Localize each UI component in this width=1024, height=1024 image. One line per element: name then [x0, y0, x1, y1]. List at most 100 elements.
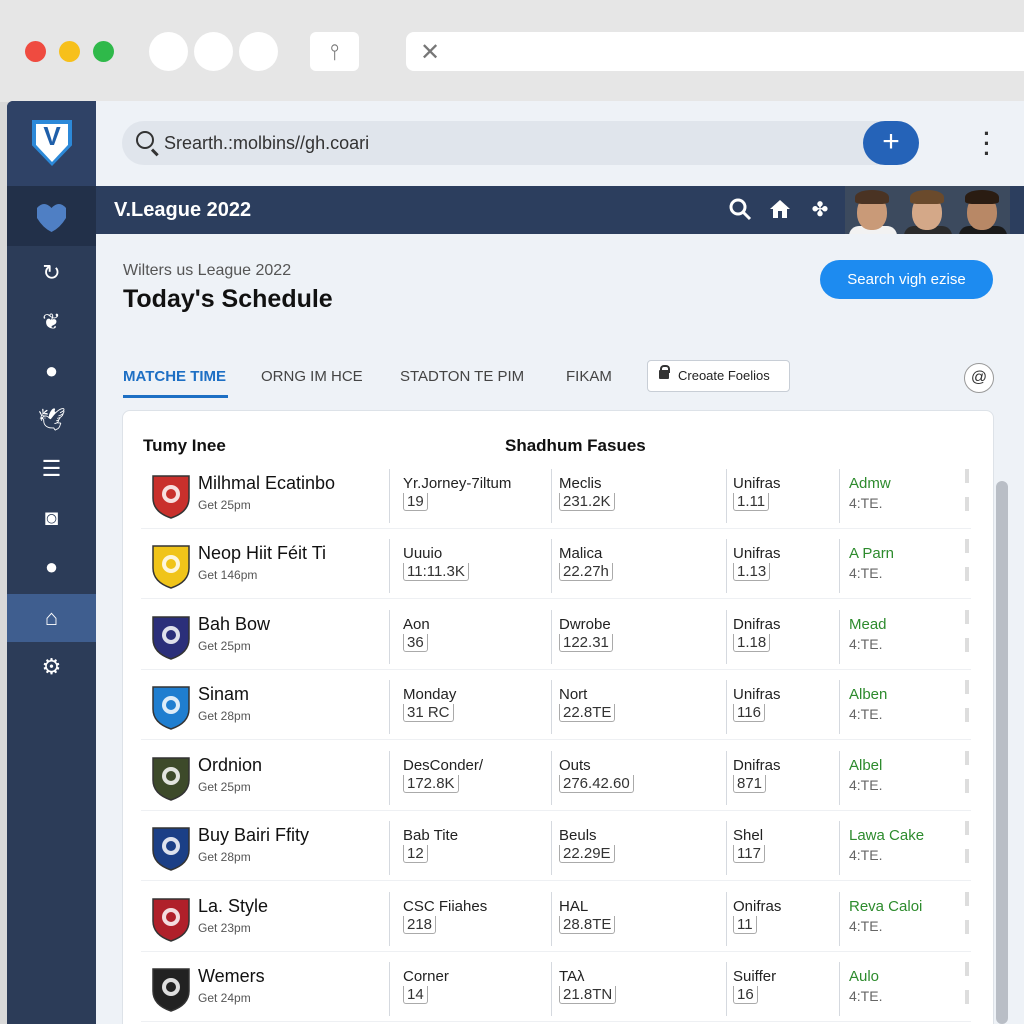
tab-fikam[interactable]: FIKAM [566, 368, 612, 385]
user-icon: ● [44, 554, 59, 579]
team-name[interactable]: Bah Bow [198, 614, 270, 635]
tab-stadium[interactable]: STADTON TE PIM [400, 368, 524, 385]
column-divider [839, 610, 840, 664]
sidebar-item-refresh[interactable]: ↻ [7, 249, 96, 297]
table-row[interactable]: Milhmal Ecatinbo Get 25pm Yr.Jorney-7iltum… [141, 463, 971, 529]
table-row[interactable]: Neop Hiit Féit Ti Get 146pm Uuuio 11:11.3K… [141, 533, 971, 599]
search-bar[interactable]: Srearth.:molbins//gh.coari [122, 121, 919, 165]
column-header-team: Tumy Inee [143, 436, 226, 455]
create-button[interactable]: Creoate Foelios [647, 360, 790, 392]
team-name[interactable]: Milhmal Ecatinbo [198, 473, 335, 494]
window-minimize-dot[interactable] [59, 41, 80, 62]
opponent-value: 276.42.60 [559, 775, 634, 793]
table-row[interactable]: Wemers Get 24pm Corner 14 TAλ 21.8TN Suiffer 16… [141, 956, 971, 1022]
table-row[interactable]: Buy Bairi Ffity Get 28pm Bab Tite 12 Beuls 22… [141, 815, 971, 881]
row-handle [965, 779, 969, 793]
scrollbar[interactable] [996, 481, 1008, 1024]
logo-cell[interactable]: V [7, 101, 96, 186]
venue-link[interactable]: Alben [849, 686, 887, 703]
tab-orng[interactable]: ORNG IM HCE [261, 368, 363, 385]
venue-link[interactable]: Reva Caloi [849, 898, 922, 915]
match-time: Get 28pm [198, 850, 251, 864]
settings-icon: ⚙ [41, 654, 62, 679]
sidebar-item-list[interactable]: ☰ [7, 445, 96, 493]
column-divider [726, 821, 727, 875]
team-name[interactable]: Wemers [198, 966, 265, 987]
table-row[interactable]: Bah Bow Get 25pm Aon 36 Dwrobe 122.31 Dnifras 1… [141, 604, 971, 670]
new-tab-button[interactable]: ⫯ [310, 32, 359, 71]
sidebar-item-twitter[interactable]: 🕊 [7, 396, 96, 444]
status-label: Unifras [733, 475, 781, 492]
column-divider [389, 962, 390, 1016]
add-button[interactable]: + [863, 121, 919, 165]
venue-link[interactable]: Aulo [849, 968, 879, 985]
venue-link[interactable]: Admw [849, 475, 891, 492]
avatar[interactable] [845, 186, 900, 234]
kebab-menu-icon[interactable]: · · · [977, 123, 997, 165]
search-button[interactable]: Search vigh ezise [820, 260, 993, 299]
opponent-name: Malica [559, 545, 603, 562]
column-divider [839, 469, 840, 523]
column-divider [551, 962, 552, 1016]
team-name[interactable]: Ordnion [198, 755, 262, 776]
venue-link[interactable]: A Parn [849, 545, 894, 562]
avatar[interactable] [955, 186, 1010, 234]
header-band: V.League 2022 ✤ [96, 186, 1024, 234]
table-row[interactable]: Ordnion Get 25pm DesConder/172.8K Outs 276.4… [141, 745, 971, 811]
search-icon[interactable] [727, 197, 753, 223]
sidebar-item-instagram[interactable]: ◙ [7, 494, 96, 542]
twitter-icon: 🕊 [37, 407, 66, 432]
team-name[interactable]: Buy Bairi Ffity [198, 825, 309, 846]
address-bar[interactable]: ✕ [406, 32, 1024, 71]
search-input[interactable]: Srearth.:molbins//gh.coari [164, 133, 369, 154]
match-time: Get 146pm [198, 568, 258, 582]
leaf-icon[interactable]: ✤ [807, 197, 833, 223]
sidebar-item-awards[interactable]: ❦ [7, 298, 96, 346]
tab-match-time[interactable]: MATCHE TIME [123, 368, 226, 385]
column-divider [726, 962, 727, 1016]
venue-code: 4:TE. [849, 918, 883, 934]
table-row[interactable]: Sinam Get 28pm Monday 31 RC Nort 22.8TE Unifra… [141, 674, 971, 740]
browser-pill-2[interactable] [194, 32, 233, 71]
instagram-icon: ◙ [44, 505, 59, 530]
window-close-dot[interactable] [25, 41, 46, 62]
table-row[interactable]: La. Style Get 23pm CSC Fiiahes 218 HAL 28.8TE… [141, 886, 971, 952]
browser-pill-1[interactable] [149, 32, 188, 71]
team-crest-icon [149, 613, 193, 661]
sidebar-item-profile[interactable]: ● [7, 347, 96, 395]
venue-link[interactable]: Mead [849, 616, 887, 633]
sidebar-item-home[interactable]: ⌂ [7, 594, 96, 642]
team-name[interactable]: Neop Hiit Féit Ti [198, 543, 326, 564]
team-name[interactable]: Sinam [198, 684, 249, 705]
sidebar-item-account[interactable]: ● [7, 543, 96, 591]
opponent-value: 22.29E [559, 845, 615, 863]
sidebar-item-settings[interactable]: ⚙ [7, 643, 96, 691]
team-crest-icon [149, 895, 193, 943]
opponent-value: 22.27h [559, 563, 613, 581]
status-value: 1.18 [733, 634, 771, 652]
team-crest-icon [149, 754, 193, 802]
browser-pill-3[interactable] [239, 32, 278, 71]
column-divider [839, 680, 840, 734]
column-divider [551, 821, 552, 875]
match-time: Get 28pm [198, 709, 251, 723]
opponent-name: Nort [559, 686, 588, 703]
window-maximize-dot[interactable] [93, 41, 114, 62]
home-icon[interactable] [767, 197, 793, 223]
venue-link[interactable]: Albel [849, 757, 882, 774]
opponent-name: Dwrobe [559, 616, 611, 633]
opponent-value: 231.2K [559, 493, 615, 511]
team-name[interactable]: La. Style [198, 896, 268, 917]
sidebar-item-favorites[interactable] [7, 186, 96, 246]
close-icon[interactable]: ✕ [420, 38, 440, 67]
row-handle [965, 638, 969, 652]
create-button-label: Creoate Foelios [678, 368, 770, 383]
venue-link[interactable]: Lawa Cake [849, 827, 924, 844]
venue-code: 4:TE. [849, 636, 883, 652]
player-avatars [845, 186, 1011, 234]
venue-code: 4:TE. [849, 706, 883, 722]
team-crest-icon [149, 824, 193, 872]
avatar[interactable] [900, 186, 955, 234]
at-icon[interactable]: @ [964, 363, 994, 393]
status-label: Suiffer [733, 968, 777, 985]
